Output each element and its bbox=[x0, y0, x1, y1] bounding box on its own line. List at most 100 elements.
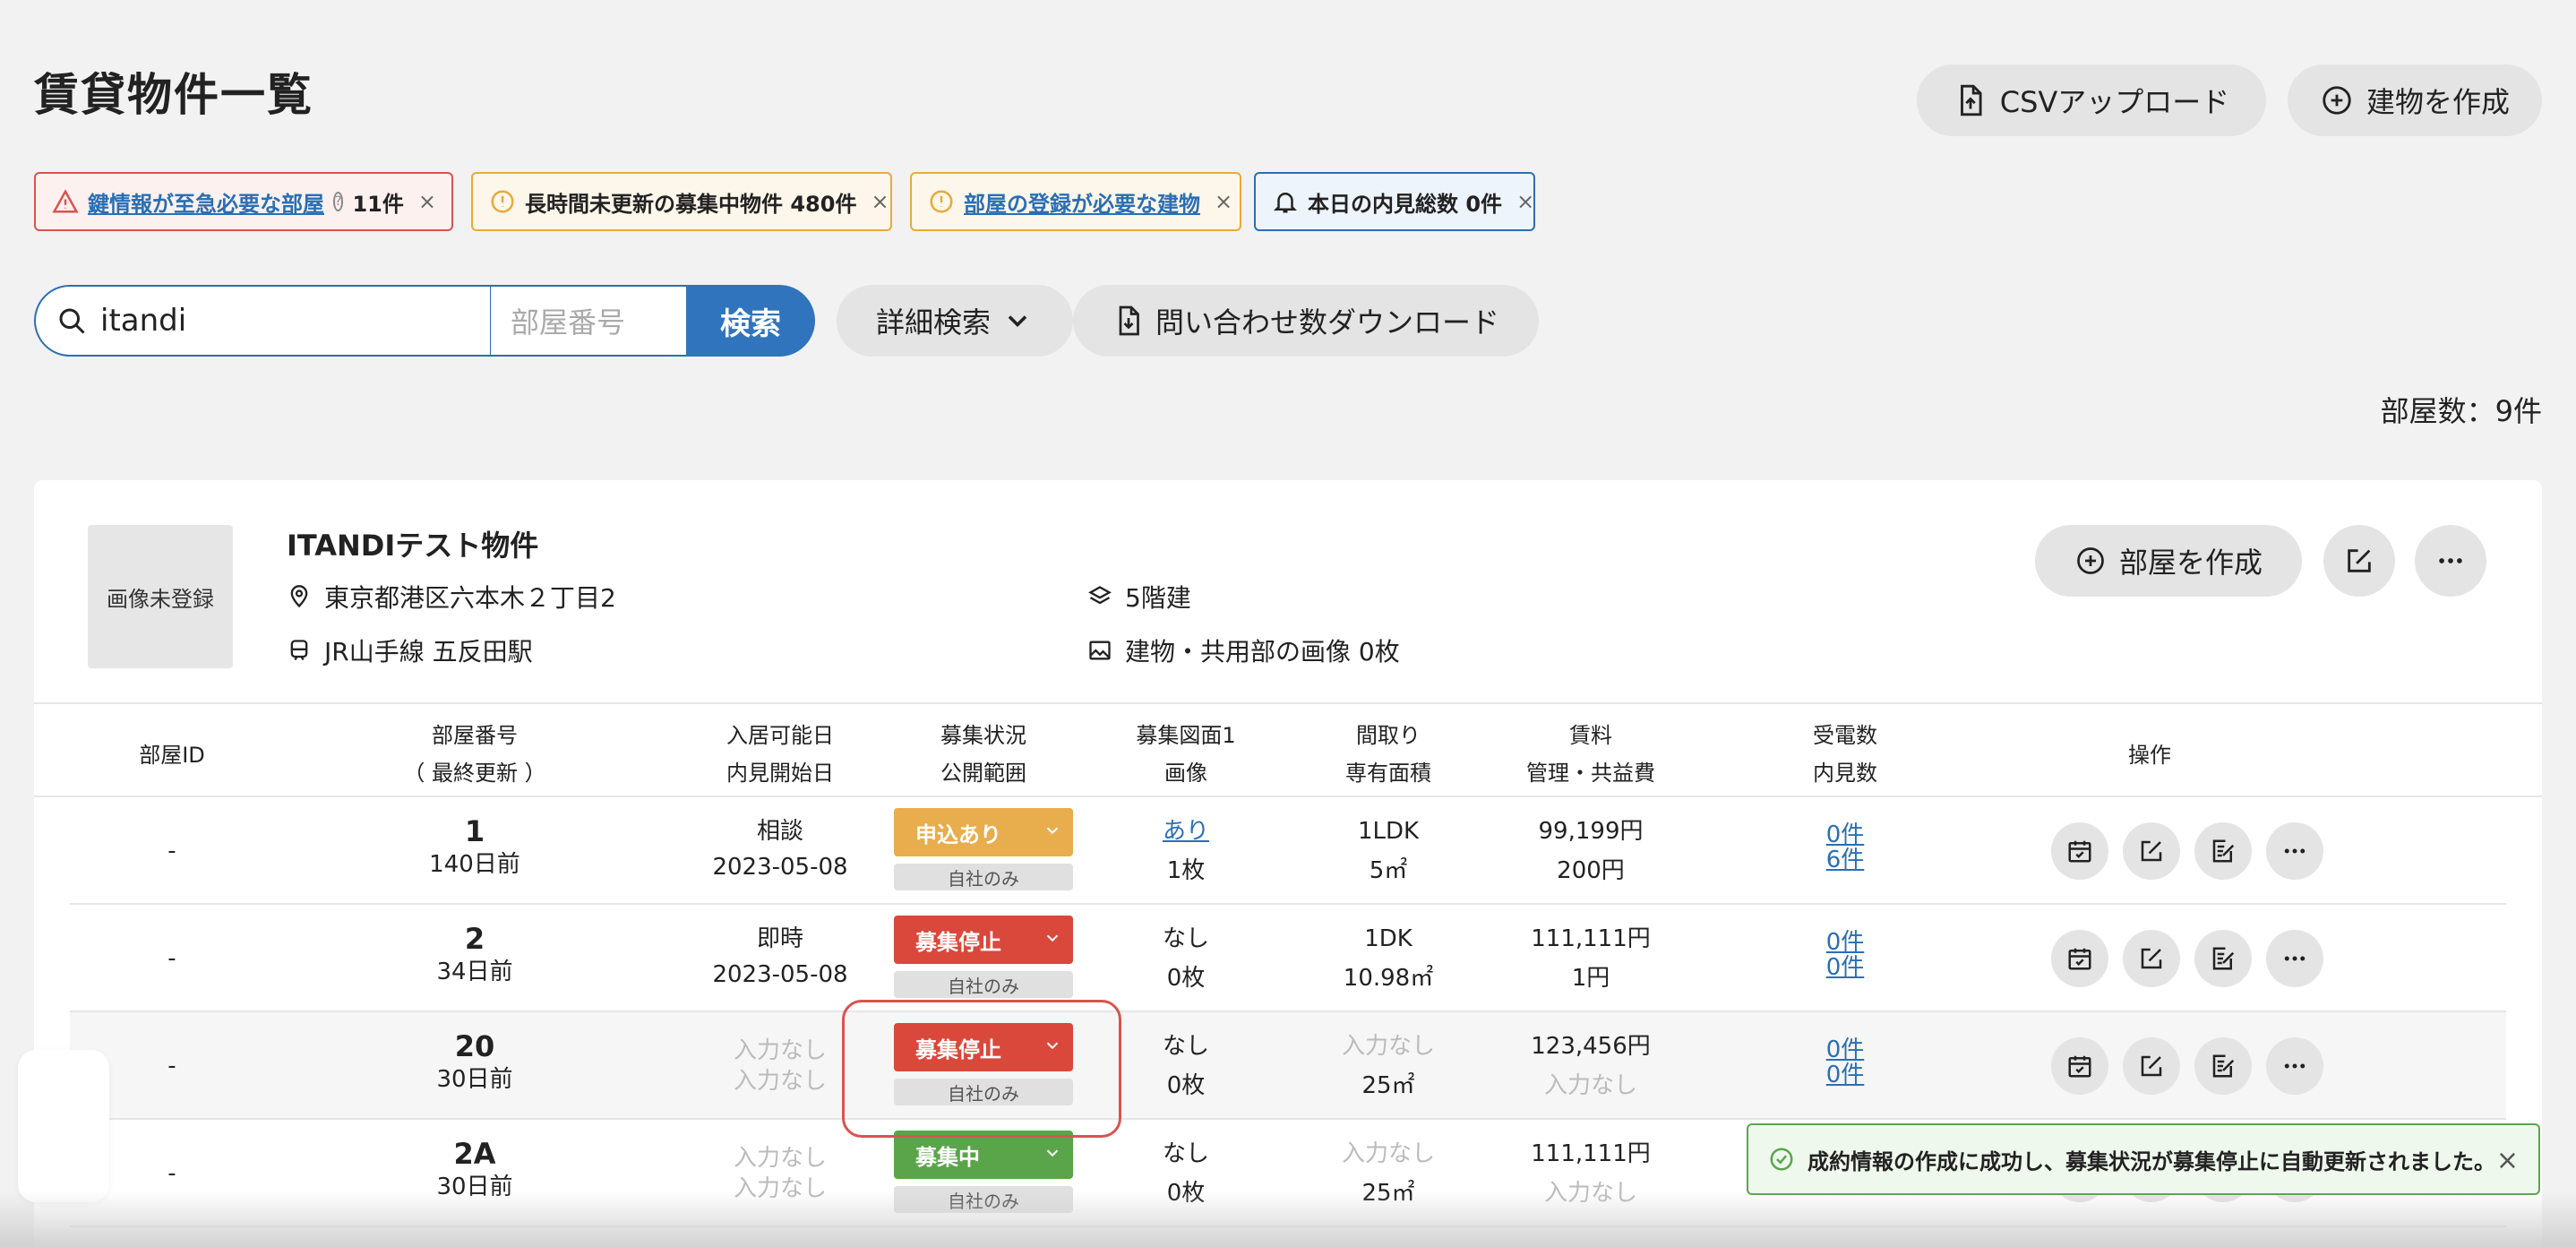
side-panel bbox=[18, 1050, 109, 1202]
room-count: 部屋数：9件 bbox=[2380, 394, 2542, 428]
last-updated: 34日前 bbox=[436, 959, 513, 985]
building-address: 東京都港区六本木２丁目2 bbox=[287, 579, 616, 615]
advanced-search-button[interactable]: 詳細検索 bbox=[837, 285, 1073, 357]
edit-room-button[interactable] bbox=[2123, 930, 2180, 987]
room-number-text: 2A bbox=[453, 1137, 496, 1171]
train-icon bbox=[290, 640, 308, 661]
room-id: - bbox=[167, 1160, 176, 1187]
room-number[interactable]: 1 140日前 bbox=[429, 813, 520, 880]
keyword-value: itandi bbox=[100, 303, 187, 339]
header-ops: 操作 bbox=[2128, 743, 2171, 768]
move-in-date: 相談 2023-05-08 bbox=[712, 818, 848, 881]
key-info-link[interactable]: 鍵情報が至急必要な部屋 bbox=[88, 186, 324, 218]
building-station: JR山手線 五反田駅 bbox=[287, 632, 533, 668]
status-select[interactable]: 募集中 bbox=[894, 1131, 1073, 1179]
more-horizontal-icon bbox=[2284, 1063, 2306, 1069]
last-updated: 30日前 bbox=[436, 1066, 513, 1093]
floorplan-cell: なし0枚 bbox=[1162, 925, 1210, 992]
edit-room-button[interactable] bbox=[2123, 1037, 2180, 1095]
location-pin-icon bbox=[290, 585, 308, 608]
layout-cell: 1LDK 5㎡ bbox=[1357, 818, 1420, 884]
toast-message: 成約情報の作成に成功し、募集状況が募集停止に自動更新されました。 bbox=[1807, 1148, 2495, 1174]
schedule-button[interactable] bbox=[2051, 930, 2108, 987]
inquiry-download-button[interactable]: 問い合わせ数ダウンロード bbox=[1073, 285, 1539, 357]
building-name: ITANDIテスト物件 bbox=[287, 529, 539, 563]
room-number[interactable]: 2 34日前 bbox=[436, 921, 512, 987]
bell-icon bbox=[1273, 193, 1298, 213]
alert-room-registration: 部屋の登録が必要な建物 × bbox=[910, 172, 1241, 231]
room-number[interactable]: 20 30日前 bbox=[436, 1028, 512, 1095]
close-icon[interactable]: × bbox=[1215, 189, 1232, 214]
create-room-label: 部屋を作成 bbox=[2118, 546, 2263, 580]
contract-button[interactable] bbox=[2194, 930, 2252, 987]
advanced-search-label: 詳細検索 bbox=[875, 305, 991, 340]
close-icon[interactable]: × bbox=[1516, 189, 1534, 214]
keyword-search-input[interactable]: itandi bbox=[34, 285, 491, 357]
close-icon[interactable]: × bbox=[2496, 1145, 2519, 1176]
calls-cell[interactable]: 0件0件 bbox=[1826, 930, 1865, 980]
move-in-date: 即時 2023-05-08 bbox=[712, 925, 848, 988]
move-in-date: 入力なし 入力なし bbox=[733, 1037, 828, 1095]
room-registration-link[interactable]: 部屋の登録が必要な建物 bbox=[964, 186, 1200, 218]
scope-badge: 自社のみ bbox=[894, 971, 1073, 998]
bottom-fade bbox=[0, 1191, 2576, 1247]
floors-text: 5階建 bbox=[1125, 583, 1191, 613]
close-icon[interactable]: × bbox=[418, 189, 436, 214]
status-select[interactable]: 申込あり bbox=[894, 808, 1073, 856]
create-room-button[interactable]: 部屋を作成 bbox=[2035, 525, 2302, 597]
document-edit-icon bbox=[2212, 1054, 2235, 1078]
csv-upload-button[interactable]: CSVアップロード bbox=[1917, 64, 2266, 136]
stale-listings-text: 長時間未更新の募集中物件 480件 bbox=[525, 191, 857, 217]
calendar-check-icon bbox=[2068, 840, 2091, 863]
search-bar: itandi 部屋番号 検索 bbox=[34, 285, 815, 357]
chevron-down-icon bbox=[1046, 827, 1059, 835]
status-select[interactable]: 募集停止 bbox=[894, 916, 1073, 964]
close-icon[interactable]: × bbox=[871, 189, 889, 214]
search-button[interactable]: 検索 bbox=[686, 285, 815, 357]
room-id: - bbox=[167, 1053, 176, 1079]
file-download-icon bbox=[1119, 305, 1139, 336]
address-text: 東京都港区六本木２丁目2 bbox=[324, 583, 616, 613]
calendar-check-icon bbox=[2068, 1055, 2091, 1078]
floorplan-cell[interactable]: あり 1枚 bbox=[1163, 813, 1209, 889]
last-updated: 140日前 bbox=[429, 851, 520, 878]
status-dropdown[interactable]: 申込あり 自社のみ bbox=[894, 808, 1073, 890]
help-icon[interactable]: ? bbox=[333, 192, 344, 211]
room-number-input[interactable]: 部屋番号 bbox=[491, 285, 686, 357]
status-focus-highlight bbox=[842, 1000, 1121, 1138]
file-upload-icon bbox=[1960, 84, 1982, 116]
layers-icon bbox=[1088, 586, 1112, 605]
edit-room-button[interactable] bbox=[2123, 822, 2180, 880]
room-table-header: 部屋ID 部屋番号（ 最終更新 ） 入居可能日 内見開始日 募集状況 公開範囲 募集… bbox=[34, 702, 2542, 797]
calls-cell[interactable]: 0件 6件 bbox=[1826, 822, 1865, 873]
row-more-button[interactable] bbox=[2266, 1037, 2323, 1095]
schedule-button[interactable] bbox=[2051, 822, 2108, 880]
building-thumbnail: 画像未登録 bbox=[88, 525, 233, 668]
rent-cell: 99,199円 200円 bbox=[1538, 818, 1644, 884]
create-building-label: 建物を作成 bbox=[2366, 85, 2510, 119]
calls-cell[interactable]: 0件0件 bbox=[1826, 1037, 1865, 1088]
schedule-button[interactable] bbox=[2051, 1037, 2108, 1095]
floorplan-cell: なし0枚 bbox=[1162, 1033, 1210, 1099]
edit-building-button[interactable] bbox=[2323, 525, 2395, 597]
edit-icon bbox=[2141, 1055, 2162, 1077]
building-floors: 5階建 bbox=[1087, 579, 1191, 615]
contract-button[interactable] bbox=[2194, 822, 2252, 880]
building-more-button[interactable] bbox=[2415, 525, 2486, 597]
contract-button[interactable] bbox=[2194, 1037, 2252, 1095]
header-rent: 賃料 管理・共益費 bbox=[1526, 723, 1655, 786]
room-number-text: 20 bbox=[454, 1029, 495, 1063]
more-horizontal-icon bbox=[2284, 848, 2306, 854]
status-dropdown[interactable]: 募集停止 自社のみ bbox=[894, 916, 1073, 998]
header-room-id: 部屋ID bbox=[139, 743, 205, 768]
header-floorplan: 募集図面1 画像 bbox=[1136, 723, 1236, 786]
alert-stale-listings: 長時間未更新の募集中物件 480件 × bbox=[471, 172, 892, 231]
row-more-button[interactable] bbox=[2266, 822, 2323, 880]
edit-icon bbox=[2141, 948, 2162, 969]
rent-cell: 111,111円 1円 bbox=[1531, 925, 1651, 992]
building-images: 建物・共用部の画像 0枚 bbox=[1087, 632, 1400, 668]
table-row: - 20 30日前 入力なし 入力なし 募集停止 自社のみ なし 0枚 入力なし 25… bbox=[70, 1012, 2506, 1120]
create-building-button[interactable]: 建物を作成 bbox=[2288, 64, 2542, 136]
more-horizontal-icon bbox=[2439, 558, 2462, 563]
row-more-button[interactable] bbox=[2266, 930, 2323, 987]
